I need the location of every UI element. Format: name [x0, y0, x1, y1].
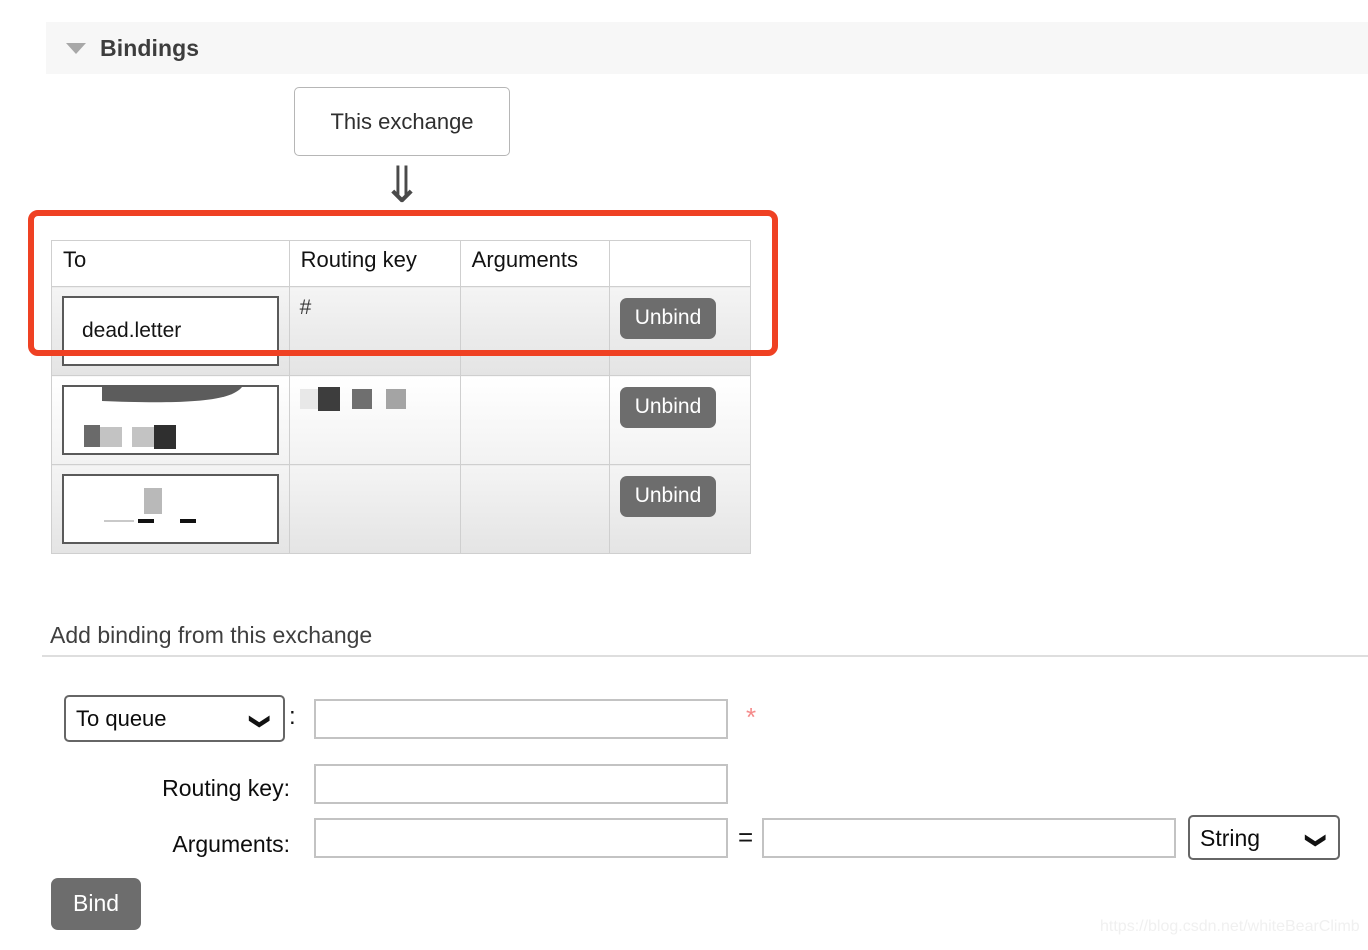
table-row: Unbind [51, 375, 752, 465]
unbind-button[interactable]: Unbind [619, 476, 717, 517]
column-header-routing-key: Routing key [288, 240, 461, 287]
table-row: dead.letter # Unbind [51, 286, 752, 376]
routing-key-input[interactable] [314, 764, 728, 804]
divider [42, 655, 1368, 657]
cell-to [51, 375, 290, 465]
double-arrow-down-icon: ⇓ [381, 157, 423, 213]
page-title: Bindings [100, 34, 200, 61]
routing-key-label: Routing key: [162, 775, 290, 801]
destination-input[interactable] [314, 699, 728, 739]
destination-type-select[interactable]: To queue To exchange [64, 695, 285, 742]
bindings-table: To Routing key Arguments dead.letter # U… [51, 240, 752, 554]
arguments-key-input[interactable] [314, 818, 728, 858]
cell-action: Unbind [608, 464, 752, 554]
destination-label: dead.letter [82, 319, 182, 342]
cell-to: dead.letter [51, 286, 290, 376]
column-header-to: To [51, 240, 290, 287]
destination-link-redacted[interactable] [62, 474, 279, 544]
destination-colon: : [289, 703, 296, 730]
table-row: Unbind [51, 464, 752, 554]
unbind-button[interactable]: Unbind [619, 298, 717, 339]
required-asterisk: * [746, 702, 757, 732]
cell-arguments [459, 286, 610, 376]
triangle-down-icon[interactable] [66, 42, 86, 54]
redaction-mask-icon [84, 387, 242, 449]
redaction-mask-icon [104, 488, 196, 523]
cell-routing-key: # [288, 286, 461, 376]
cell-arguments [459, 464, 610, 554]
bind-button[interactable]: Bind [51, 878, 142, 930]
column-header-arguments: Arguments [459, 240, 610, 287]
unbind-button[interactable]: Unbind [619, 387, 717, 428]
cell-arguments [459, 375, 610, 465]
arguments-value-input[interactable] [762, 818, 1176, 858]
add-binding-title: Add binding from this exchange [50, 622, 373, 648]
cell-action: Unbind [608, 375, 752, 465]
destination-link-redacted[interactable] [62, 385, 279, 455]
this-exchange-box: This exchange [294, 87, 510, 156]
bindings-section-header[interactable]: Bindings [46, 22, 1368, 74]
destination-link-dead-letter[interactable]: dead.letter [62, 296, 279, 366]
watermark: https://blog.csdn.net/whiteBearClimb [1100, 918, 1360, 935]
cell-to [51, 464, 290, 554]
redaction-mask-icon [299, 387, 406, 411]
arguments-label: Arguments: [172, 831, 290, 857]
cell-routing-key [288, 375, 461, 465]
cell-action: Unbind [608, 286, 752, 376]
table-header-row: To Routing key Arguments [51, 240, 752, 287]
cell-routing-key [288, 464, 461, 554]
argument-type-select[interactable]: String Number Boolean List [1188, 815, 1340, 860]
this-exchange-label: This exchange [330, 108, 474, 134]
column-header-actions [608, 240, 752, 287]
equals-sign: = [738, 822, 754, 852]
